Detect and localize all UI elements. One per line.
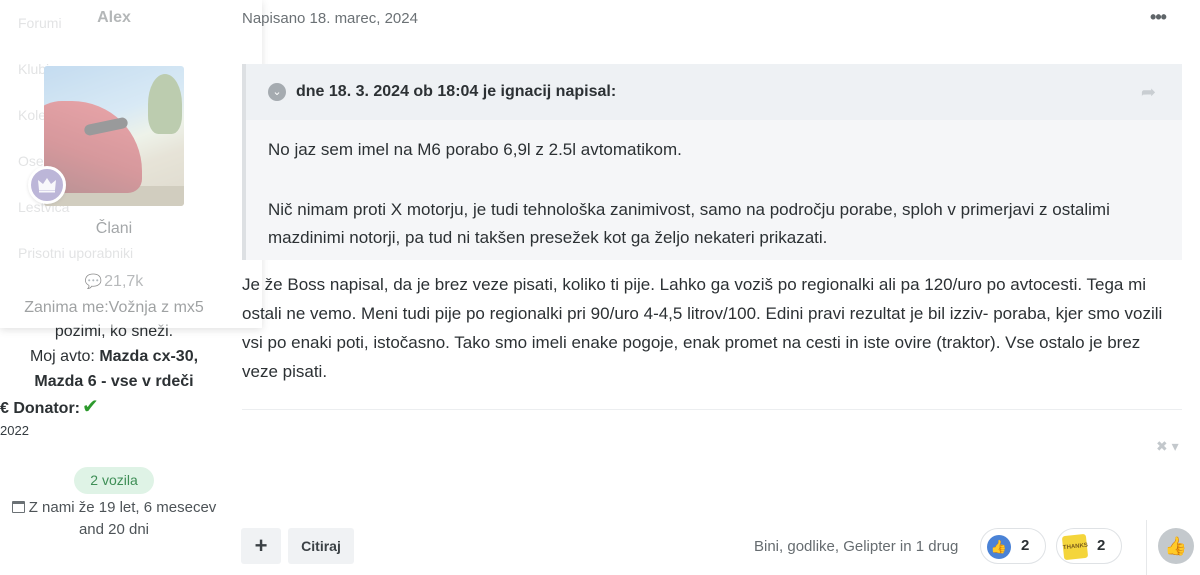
reactors-list[interactable]: Bini, godlike, Gelipter in 1 drug [754, 538, 958, 555]
close-dropdown-icon[interactable]: ✖ ▾ [1156, 438, 1179, 455]
reaction-thanks[interactable]: THANKS 2 [1056, 528, 1122, 564]
reaction-count: 2 [1021, 537, 1030, 554]
mood-label: Zanima me: [24, 299, 109, 316]
thanks-note-icon: THANKS [1061, 533, 1088, 561]
membership-text: Z nami že 19 let, 6 mesecev and 20 dni [28, 499, 217, 538]
divider [1146, 520, 1147, 575]
reaction-like[interactable]: 👍 2 [980, 528, 1046, 564]
car-field: Moj avto: Mazda cx-30, Mazda 6 - vse v r… [6, 344, 222, 394]
thumbs-up-icon: 👍 [987, 535, 1011, 559]
post-count-value: 21,7k [104, 273, 144, 290]
quote-paragraph: No jaz sem imel na M6 porabo 6,9l z 2.5l… [268, 140, 682, 159]
post-body: Je že Boss napisal, da je brez veze pisa… [242, 275, 1163, 381]
post-date[interactable]: Napisano 18. marec, 2024 [242, 10, 418, 27]
quote-button[interactable]: Citiraj [288, 528, 354, 564]
donator-year: 2022 [0, 423, 29, 438]
share-arrow-icon[interactable]: ➦ [1141, 82, 1156, 103]
car-label: Moj avto: [29, 348, 95, 365]
tree-image-part [148, 74, 182, 134]
thumbs-up-icon[interactable]: 👍 [1158, 528, 1194, 564]
ellipsis-icon[interactable]: ••• [1146, 6, 1170, 28]
donator-field: € Donator: ✔ [0, 394, 228, 419]
quote-header[interactable]: ⌄ dne 18. 3. 2024 ob 18:04 je ignacij na… [246, 64, 1182, 120]
mood-field: Zanima me:Vožnja z mx5 pozimi, ko sneži. [6, 296, 222, 344]
member-group: Člani [95, 220, 133, 237]
calendar-icon [11, 501, 25, 513]
checkmark-icon: ✔ [82, 396, 99, 418]
crown-rank-icon [28, 166, 66, 204]
author-name[interactable]: Alex [0, 9, 228, 27]
membership-duration: Z nami že 19 let, 6 mesecev and 20 dni [2, 497, 226, 541]
divider [242, 409, 1182, 410]
reaction-count: 2 [1097, 537, 1106, 554]
post-count[interactable]: 💬 21,7k [0, 273, 228, 291]
multiquote-button[interactable]: + [241, 528, 281, 564]
quote-citation: dne 18. 3. 2024 ob 18:04 je ignacij napi… [296, 83, 617, 100]
vehicles-badge[interactable]: 2 vozila [74, 467, 154, 494]
donator-label: € Donator: [0, 400, 80, 417]
chevron-down-icon[interactable]: ⌄ [268, 83, 286, 101]
quote-paragraph: Nič nimam proti X motorju, je tudi tehno… [268, 200, 1110, 247]
comment-bubble-icon: 💬 [84, 273, 103, 289]
quote-block: ⌄ dne 18. 3. 2024 ob 18:04 je ignacij na… [242, 64, 1182, 260]
